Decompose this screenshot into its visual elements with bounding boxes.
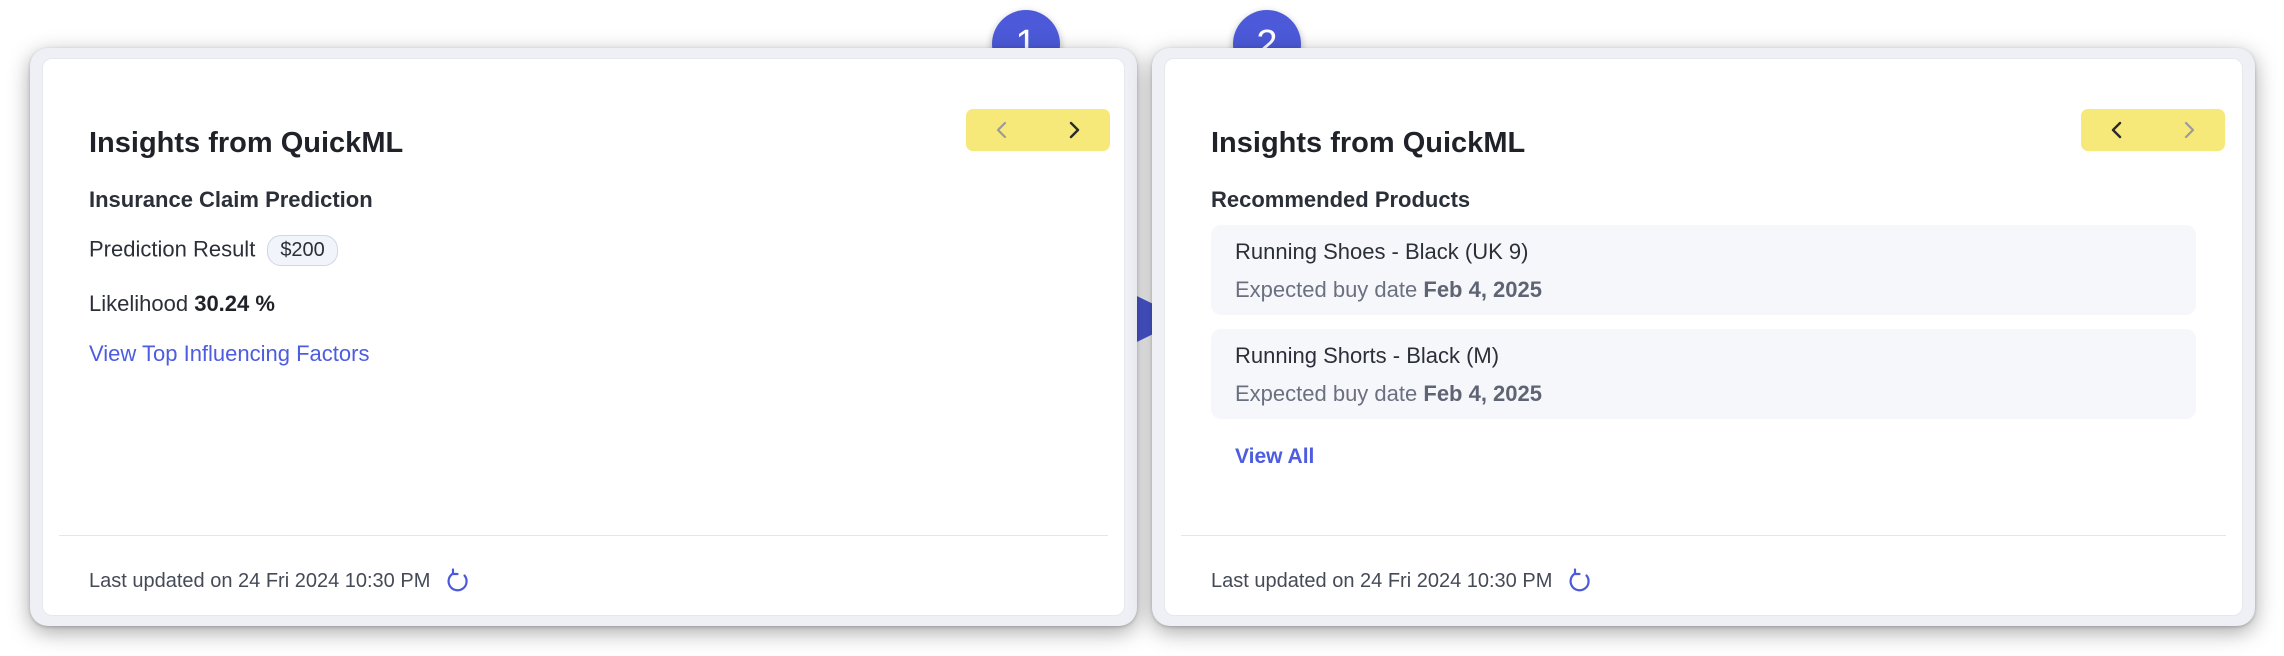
- insights-card: Insights from QuickML Recommended Produc…: [1164, 58, 2243, 616]
- prev-button[interactable]: [2087, 109, 2147, 151]
- card-pager: [2081, 109, 2225, 151]
- expected-buy-date: Expected buy date Feb 4, 2025: [1235, 277, 1542, 303]
- prediction-value-badge: $200: [267, 235, 338, 266]
- card-title: Insights from QuickML: [1211, 127, 1526, 159]
- card-title: Insights from QuickML: [89, 127, 404, 159]
- card-footer: Last updated on 24 Fri 2024 10:30 PM: [1211, 567, 1594, 595]
- next-button[interactable]: [1044, 109, 1104, 151]
- last-updated-text: Last updated on 24 Fri 2024 10:30 PM: [1211, 569, 1553, 592]
- prediction-result-row: Prediction Result $200: [89, 235, 338, 266]
- last-updated-text: Last updated on 24 Fri 2024 10:30 PM: [89, 569, 431, 592]
- refresh-icon[interactable]: [444, 567, 472, 595]
- card-subtitle: Insurance Claim Prediction: [89, 187, 373, 212]
- card-footer: Last updated on 24 Fri 2024 10:30 PM: [89, 567, 472, 595]
- likelihood-label: Likelihood: [89, 291, 189, 316]
- insights-panel-1: Insights from QuickML Insurance Claim Pr…: [30, 48, 1137, 626]
- product-item[interactable]: Running Shorts - Black (M) Expected buy …: [1211, 329, 2196, 419]
- chevron-right-icon: [2184, 121, 2195, 139]
- chevron-left-icon: [2111, 121, 2122, 139]
- buy-date-value: Feb 4, 2025: [1423, 381, 1543, 406]
- footer-divider: [59, 535, 1108, 536]
- card-subtitle: Recommended Products: [1211, 187, 1471, 212]
- next-button[interactable]: [2159, 109, 2219, 151]
- view-all-link[interactable]: View All: [1235, 445, 1314, 469]
- prev-button[interactable]: [972, 109, 1032, 151]
- product-name: Running Shoes - Black (UK 9): [1235, 239, 1529, 264]
- prediction-label: Prediction Result: [89, 236, 256, 262]
- chevron-right-icon: [1069, 121, 1080, 139]
- product-item[interactable]: Running Shoes - Black (UK 9) Expected bu…: [1211, 225, 2196, 315]
- insights-panel-2: Insights from QuickML Recommended Produc…: [1152, 48, 2255, 626]
- product-name: Running Shorts - Black (M): [1235, 343, 1500, 368]
- likelihood-value: 30.24 %: [194, 291, 275, 316]
- chevron-left-icon: [996, 121, 1007, 139]
- likelihood-row: Likelihood 30.24 %: [89, 291, 275, 317]
- insights-card: Insights from QuickML Insurance Claim Pr…: [42, 58, 1125, 616]
- buy-date-label: Expected buy date: [1235, 277, 1418, 302]
- view-top-influencing-factors-link[interactable]: View Top Influencing Factors: [89, 341, 369, 367]
- card-pager: [966, 109, 1110, 151]
- buy-date-value: Feb 4, 2025: [1423, 277, 1543, 302]
- expected-buy-date: Expected buy date Feb 4, 2025: [1235, 381, 1542, 407]
- footer-divider: [1181, 535, 2226, 536]
- buy-date-label: Expected buy date: [1235, 381, 1418, 406]
- refresh-icon[interactable]: [1566, 567, 1594, 595]
